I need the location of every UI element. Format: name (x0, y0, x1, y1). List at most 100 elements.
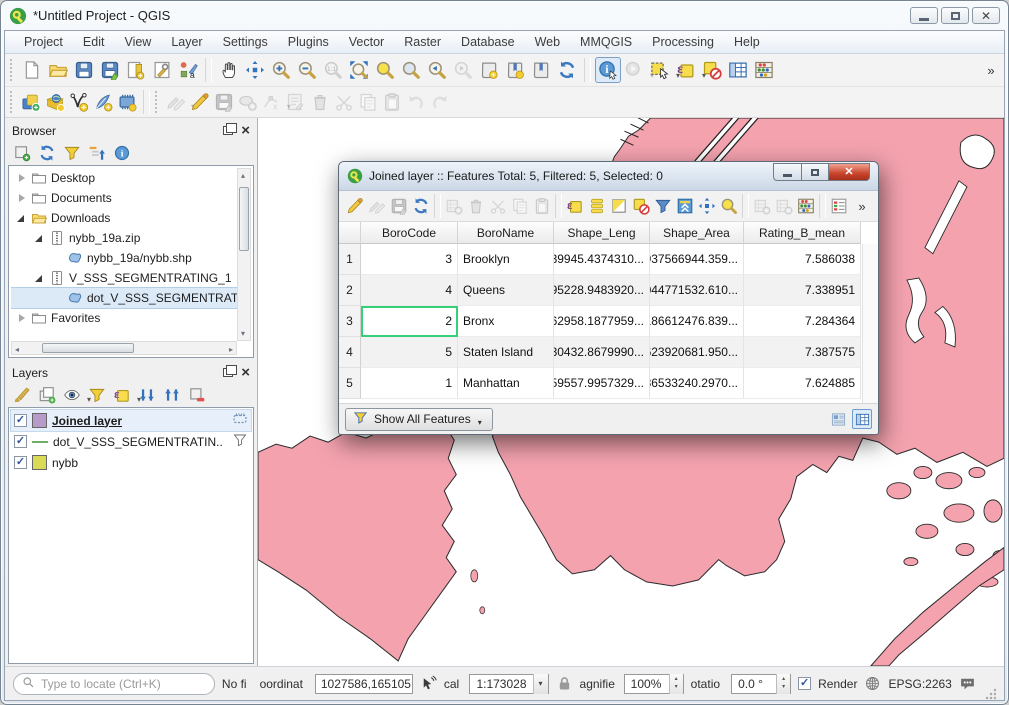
refresh-map-icon[interactable] (554, 57, 580, 83)
browser-item-v-sss-segmentrating-1[interactable]: V_SSS_SEGMENTRATING_1 (11, 268, 237, 288)
expanded-expander-icon[interactable] (35, 233, 46, 244)
browser-item-downloads[interactable]: Downloads (11, 208, 237, 228)
cell-borocode-row4[interactable]: 5 (361, 337, 458, 368)
filter-legend-icon[interactable] (85, 383, 109, 407)
open-project-icon[interactable] (45, 57, 71, 83)
open-layer-styling-dock-icon[interactable] (10, 383, 34, 407)
zoom-to-layer-icon[interactable] (398, 57, 424, 83)
magnifier-spinbox[interactable]: 100% ▴▾ (624, 674, 684, 694)
layers-float-icon[interactable] (223, 368, 233, 377)
zoom-full-icon[interactable] (346, 57, 372, 83)
mouse-position-icon[interactable] (420, 675, 437, 692)
spinner-arrows-icon[interactable]: ▴▾ (669, 674, 683, 694)
dialog-maximize-button[interactable] (801, 163, 828, 181)
browser-item-dot-v-sss-segmentrating-1[interactable]: dot_V_SSS_SEGMENTRATING_1 (11, 288, 237, 308)
field-calculator-icon[interactable] (795, 194, 817, 218)
collapsed-expander-icon[interactable] (17, 313, 28, 324)
collapse-all-icon[interactable] (85, 141, 109, 165)
show-all-features-button[interactable]: Show All Features ▾ (345, 408, 493, 431)
cell-shape_area-row4[interactable]: 1623920681.950... (650, 337, 744, 368)
render-checkbox[interactable]: ✓ (798, 677, 811, 690)
menu-raster[interactable]: Raster (395, 32, 450, 52)
remove-layer-group-icon[interactable] (185, 383, 209, 407)
menu-settings[interactable]: Settings (214, 32, 277, 52)
rotation-spinbox[interactable]: 0.0 ° ▴▾ (731, 674, 791, 694)
cell-boroname-row4[interactable]: Staten Island (458, 337, 554, 368)
select-by-expression-icon[interactable]: ε (564, 194, 586, 218)
collapsed-expander-icon[interactable] (17, 173, 28, 184)
layer-item-nybb[interactable]: ✓nybb (11, 452, 251, 473)
manage-map-themes-icon[interactable]: ▾ (60, 383, 84, 407)
cell-borocode-row5[interactable]: 1 (361, 368, 458, 399)
table-view-button[interactable] (852, 409, 872, 429)
toolbar-overflow-icon[interactable]: » (982, 57, 1000, 83)
cell-boroname-row3[interactable]: Bronx (458, 306, 554, 337)
scale-combo[interactable]: 1:173028 ▾ (469, 674, 548, 694)
statistical-summary-icon[interactable] (751, 57, 777, 83)
minimize-button[interactable] (910, 7, 938, 24)
invert-selection-icon[interactable] (608, 194, 630, 218)
select-all-icon[interactable] (586, 194, 608, 218)
zoom-last-icon[interactable] (424, 57, 450, 83)
column-header-rating_b_mean[interactable]: Rating_B_mean (744, 222, 861, 244)
browser-item-nybb-19a-zip[interactable]: nybb_19a.zip (11, 228, 237, 248)
menu-project[interactable]: Project (15, 32, 72, 52)
show-spatial-bookmarks-icon[interactable] (502, 57, 528, 83)
maximize-button[interactable] (941, 7, 969, 24)
new-project-icon[interactable] (19, 57, 45, 83)
cell-rating_b_mean-row1[interactable]: 7.586038 (744, 244, 861, 275)
browser-item-favorites[interactable]: Favorites (11, 308, 237, 328)
cell-rating_b_mean-row3[interactable]: 7.284364 (744, 306, 861, 337)
conditional-formatting-icon[interactable] (828, 194, 850, 218)
cell-boroname-row2[interactable]: Queens (458, 275, 554, 306)
crs-status[interactable]: EPSG:2263 (888, 677, 951, 691)
cell-boroname-row1[interactable]: Brooklyn (458, 244, 554, 275)
cell-borocode-row3[interactable]: 2 (361, 306, 458, 337)
cell-boroname-row5[interactable]: Manhattan (458, 368, 554, 399)
collapse-all-icon[interactable] (160, 383, 184, 407)
memory-layer-indicator-icon[interactable] (232, 411, 248, 430)
layer-visibility-checkbox[interactable]: ✓ (14, 435, 27, 448)
globe-crs-icon[interactable] (864, 675, 881, 692)
chevron-down-icon[interactable]: ▾ (533, 674, 548, 694)
deselect-all-icon[interactable] (630, 194, 652, 218)
select-by-expression-icon[interactable]: ε▾ (673, 57, 699, 83)
show-bookmark-manager-icon[interactable] (528, 57, 554, 83)
browser-float-icon[interactable] (223, 126, 233, 135)
menu-plugins[interactable]: Plugins (279, 32, 338, 52)
cell-rating_b_mean-row5[interactable]: 7.624885 (744, 368, 861, 399)
new-geopackage-layer-icon[interactable] (43, 90, 67, 114)
lock-scale-icon[interactable] (556, 675, 573, 692)
window-titlebar[interactable]: *Untitled Project - QGIS ✕ (1, 1, 1008, 30)
new-virtual-layer-icon[interactable] (91, 90, 115, 114)
cell-shape_leng-row4[interactable]: 330432.8679990... (554, 337, 650, 368)
open-attribute-table-icon[interactable] (725, 57, 751, 83)
select-features-icon[interactable]: ▾ (647, 57, 673, 83)
filter-indicator-icon[interactable] (232, 432, 248, 451)
row-number[interactable]: 1 (339, 244, 361, 275)
row-number[interactable]: 5 (339, 368, 361, 399)
cell-shape_leng-row5[interactable]: 359557.9957329... (554, 368, 650, 399)
column-header-borocode[interactable]: BoroCode (361, 222, 458, 244)
layer-visibility-checkbox[interactable]: ✓ (14, 456, 27, 469)
menu-database[interactable]: Database (452, 32, 524, 52)
menu-processing[interactable]: Processing (643, 32, 723, 52)
pan-to-selection-icon[interactable] (242, 57, 268, 83)
show-layout-manager-icon[interactable] (149, 57, 175, 83)
expand-all-icon[interactable] (135, 383, 159, 407)
expanded-expander-icon[interactable] (35, 273, 46, 284)
menu-view[interactable]: View (115, 32, 160, 52)
zoom-in-icon[interactable] (268, 57, 294, 83)
column-header-shape_leng[interactable]: Shape_Leng (554, 222, 650, 244)
menu-edit[interactable]: Edit (74, 32, 114, 52)
browser-hscroll-thumb[interactable] (42, 343, 134, 353)
cell-borocode-row2[interactable]: 4 (361, 275, 458, 306)
locator-search[interactable]: Type to locate (Ctrl+K) (13, 673, 215, 695)
layers-close-icon[interactable]: × (241, 367, 250, 379)
save-project-as-icon[interactable] (97, 57, 123, 83)
form-view-button[interactable] (828, 409, 848, 429)
filter-legend-by-expression-icon[interactable]: ε▾ (110, 383, 134, 407)
browser-vscroll-thumb[interactable] (239, 187, 249, 251)
zoom-to-selection-icon[interactable] (372, 57, 398, 83)
browser-hscrollbar[interactable]: ◂ ▸ (11, 341, 237, 355)
